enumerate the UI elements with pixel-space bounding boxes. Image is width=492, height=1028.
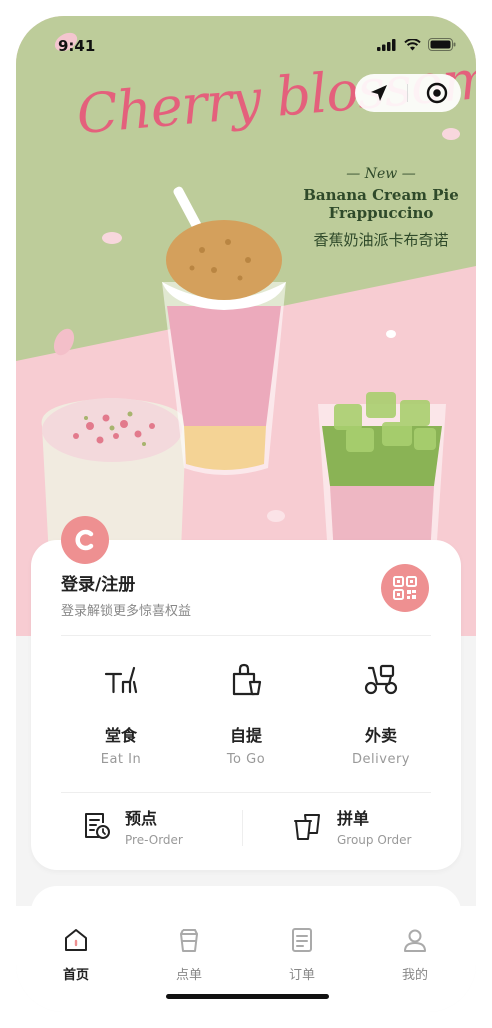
tab-order-label: 点单 (175, 968, 202, 983)
group-order-button[interactable]: 拼单 Group Order (293, 805, 411, 847)
delivery-button[interactable]: 外卖 Delivery (321, 660, 441, 767)
scooter-icon (364, 664, 398, 695)
group-order-icon (294, 814, 320, 840)
tab-orders-label: 订单 (288, 968, 315, 983)
tab-profile-label: 我的 (401, 968, 428, 983)
eat-in-subtitle: Eat In (100, 752, 142, 767)
cup-icon (180, 929, 198, 952)
banner-product-line1: Banana Cream Pie (303, 186, 459, 204)
qr-code-icon (393, 576, 417, 600)
card-divider-bottom (61, 792, 431, 793)
banner-product-chinese: 香蕉奶油派卡布奇诺 (313, 231, 449, 249)
order-list-icon (292, 928, 312, 952)
to-go-subtitle: To Go (226, 752, 266, 767)
member-qr-button[interactable] (381, 564, 429, 612)
delivery-title: 外卖 (364, 726, 397, 745)
navigation-button[interactable] (360, 74, 398, 112)
group-order-subtitle: Group Order (337, 833, 412, 847)
banner-new-tag: — New — (346, 166, 416, 182)
pre-order-button[interactable]: 预点 Pre-Order (83, 805, 183, 847)
secondary-separator (242, 810, 243, 846)
login-subtitle: 登录解锁更多惊喜权益 (61, 604, 192, 619)
target-button[interactable] (418, 74, 456, 112)
to-go-button[interactable]: 自提 To Go (186, 660, 306, 767)
dine-in-icon (104, 666, 138, 694)
tab-home[interactable]: 首页 (46, 926, 106, 983)
navigation-arrow-icon (370, 85, 387, 101)
takeaway-bag-icon (232, 663, 262, 696)
login-register-link[interactable]: 登录/注册 (61, 570, 135, 595)
delivery-subtitle: Delivery (352, 752, 410, 767)
wifi-icon (404, 38, 421, 50)
member-services-card: 登录/注册 登录解锁更多惊喜权益 堂食 Eat In 自提 To Go 外卖 D… (31, 516, 461, 870)
target-icon (426, 82, 448, 104)
pre-order-icon (85, 813, 110, 839)
card-divider-top (61, 635, 431, 636)
pre-order-title: 预点 (125, 809, 158, 828)
group-order-text: 拼单 Group Order (337, 805, 411, 847)
to-go-title: 自提 (229, 726, 262, 745)
banner-product-line2: Frappuccino (328, 204, 434, 222)
location-capsule (355, 74, 461, 112)
eat-in-button[interactable]: 堂食 Eat In (61, 660, 181, 767)
brand-logo-icon (61, 516, 109, 564)
bottom-tab-bar: 首页 点单 订单 我的 (16, 906, 476, 1012)
signal-icon (377, 38, 396, 51)
group-order-title: 拼单 (337, 809, 370, 828)
tab-orders[interactable]: 订单 (272, 926, 332, 983)
status-bar: 9:41 (16, 16, 476, 76)
pre-order-subtitle: Pre-Order (125, 833, 183, 847)
tab-home-label: 首页 (62, 968, 89, 983)
status-time: 9:41 (58, 37, 96, 55)
tab-order[interactable]: 点单 (159, 926, 219, 983)
banner-product-english: Banana Cream Pie Frappuccino (286, 186, 476, 222)
tab-profile[interactable]: 我的 (385, 926, 445, 983)
capsule-divider (407, 84, 409, 102)
home-indicator (166, 994, 329, 999)
status-icons (377, 38, 456, 51)
eat-in-title: 堂食 (104, 726, 137, 745)
phone-screen: Cherry blossoms — New — Banana Cream Pie… (16, 16, 476, 1012)
pre-order-text: 预点 Pre-Order (125, 805, 183, 847)
home-icon (65, 929, 87, 951)
battery-icon (428, 38, 456, 51)
profile-icon (404, 929, 426, 952)
